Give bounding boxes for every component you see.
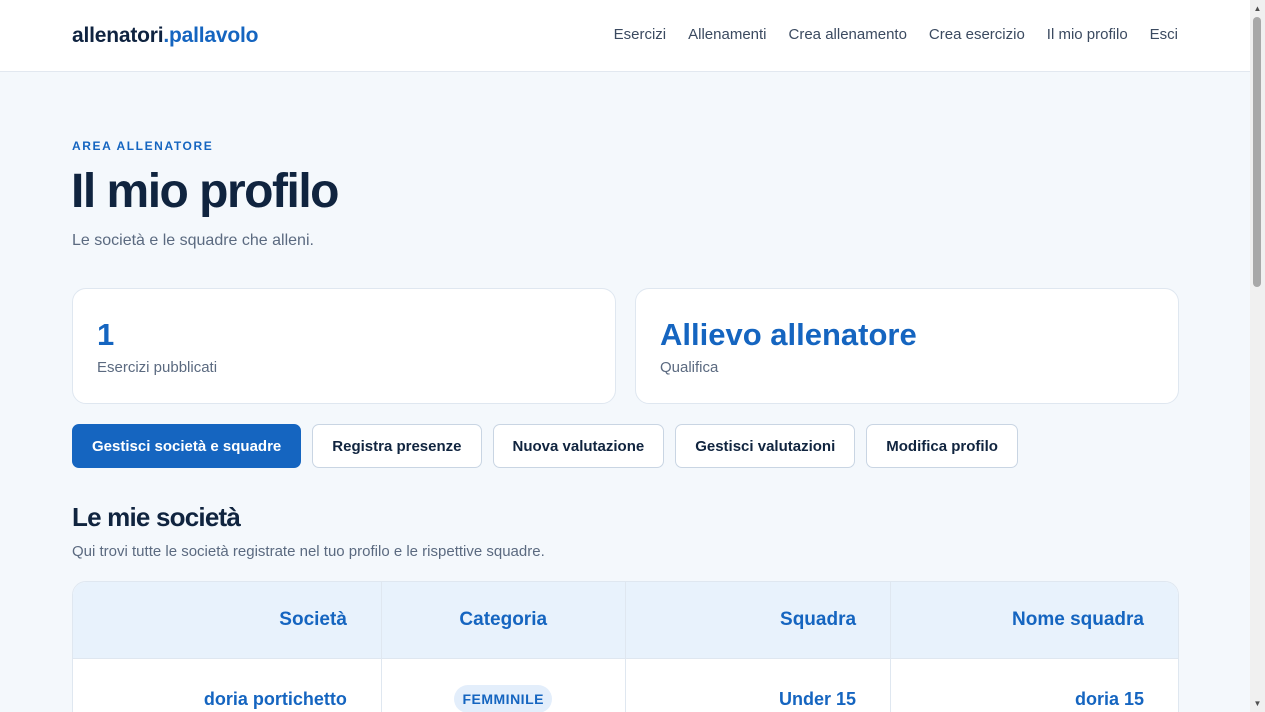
profile-actions: Gestisci società e squadre Registra pres… <box>72 424 1018 468</box>
stat-label: Esercizi pubblicati <box>97 359 218 376</box>
cell-nome-squadra: doria 15 <box>890 657 1178 712</box>
column-header-nome-squadra: Nome squadra <box>890 582 1178 658</box>
edit-profile-button[interactable]: Modifica profilo <box>866 424 1018 468</box>
stat-value: Allievo allenatore <box>660 317 917 352</box>
nav-crea-esercizio[interactable]: Crea esercizio <box>929 26 1025 43</box>
nav-esci[interactable]: Esci <box>1150 26 1178 43</box>
stat-card-exercises: 1 Esercizi pubblicati <box>72 288 616 404</box>
top-navbar: allenatori.pallavolo Esercizi Allenament… <box>0 0 1250 72</box>
cell-squadra: Under 15 <box>625 657 892 712</box>
scroll-down-icon[interactable]: ▼ <box>1252 698 1263 709</box>
cell-categoria: FEMMINILE <box>381 657 626 712</box>
page-scrollbar[interactable]: ▲ ▼ <box>1250 0 1265 712</box>
nav-crea-allenamento[interactable]: Crea allenamento <box>789 26 907 43</box>
manage-evaluations-button[interactable]: Gestisci valutazioni <box>675 424 856 468</box>
main-nav: Esercizi Allenamenti Crea allenamento Cr… <box>614 26 1178 43</box>
column-header-squadra: Squadra <box>625 582 892 658</box>
new-evaluation-button[interactable]: Nuova valutazione <box>492 424 665 468</box>
stat-card-qualification: Allievo allenatore Qualifica <box>635 288 1179 404</box>
stat-label: Qualifica <box>660 359 719 376</box>
nav-il-mio-profilo[interactable]: Il mio profilo <box>1047 26 1128 43</box>
nav-allenamenti[interactable]: Allenamenti <box>688 26 766 43</box>
scroll-thumb[interactable] <box>1253 17 1261 287</box>
category-badge: FEMMINILE <box>454 685 552 712</box>
section-subtitle: Qui trovi tutte le società registrate ne… <box>72 543 545 560</box>
brand-logo[interactable]: allenatori.pallavolo <box>72 24 258 48</box>
section-title: Le mie società <box>72 502 241 532</box>
manage-clubs-button[interactable]: Gestisci società e squadre <box>72 424 302 468</box>
column-header-categoria: Categoria <box>381 582 626 658</box>
table-row: doria portichetto FEMMINILE Under 15 dor… <box>73 657 1178 712</box>
record-attendance-button[interactable]: Registra presenze <box>312 424 482 468</box>
page-title: Il mio profilo <box>71 165 339 218</box>
brand-main: allenatori <box>72 24 164 47</box>
brand-accent: .pallavolo <box>163 24 259 47</box>
scroll-up-icon[interactable]: ▲ <box>1252 3 1263 14</box>
nav-esercizi[interactable]: Esercizi <box>614 26 667 43</box>
table-header-row: Società Categoria Squadra Nome squadra <box>73 582 1178 658</box>
page-eyebrow: AREA ALLENATORE <box>72 139 214 153</box>
clubs-table: Società Categoria Squadra Nome squadra d… <box>72 581 1179 712</box>
cell-societa: doria portichetto <box>73 657 382 712</box>
stat-value: 1 <box>97 317 115 352</box>
page-subtitle: Le società e le squadre che alleni. <box>72 232 314 249</box>
column-header-societa: Società <box>73 582 382 658</box>
